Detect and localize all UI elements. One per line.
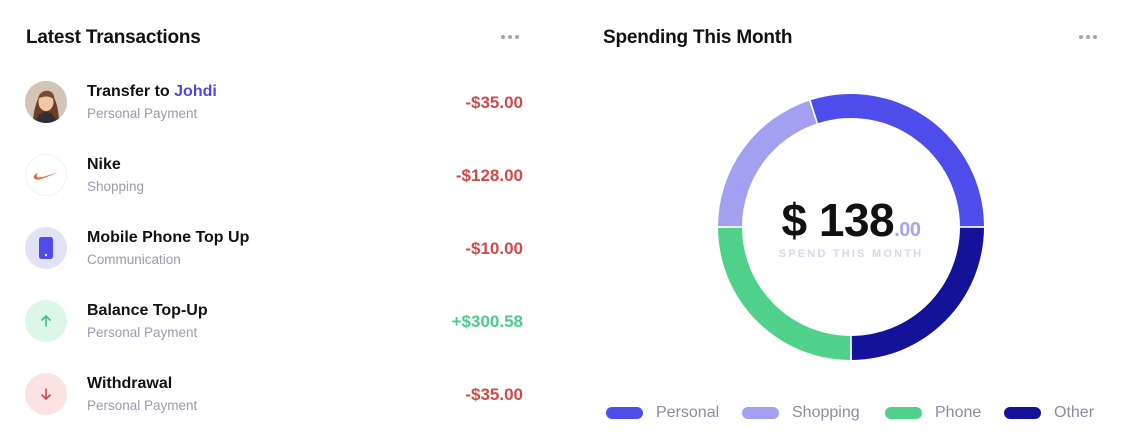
transaction-name: Withdrawal	[87, 375, 173, 392]
legend-label: Phone	[935, 404, 982, 421]
phone-icon	[25, 227, 67, 269]
nike-logo-icon	[25, 154, 67, 196]
transaction-item[interactable]: Withdrawal Personal Payment -$35.00	[25, 373, 525, 417]
panel-title: Latest Transactions	[26, 27, 201, 48]
arrow-down-icon	[25, 373, 67, 415]
transaction-item[interactable]: Nike Shopping -$128.00	[25, 154, 525, 198]
transaction-amount: -$35.00	[465, 385, 523, 404]
transaction-amount: -$35.00	[465, 93, 523, 112]
transaction-name: Mobile Phone Top Up	[87, 229, 250, 246]
spending-donut-chart: $ 138.00 SPEND THIS MONTH	[717, 93, 985, 361]
more-horizontal-icon[interactable]	[499, 30, 521, 44]
legend-swatch	[742, 407, 779, 419]
legend-label: Personal	[656, 404, 720, 421]
transaction-amount: -$10.00	[465, 239, 523, 258]
transaction-name: Nike	[87, 156, 121, 173]
transaction-category: Communication	[87, 252, 181, 267]
transaction-category: Personal Payment	[87, 325, 198, 340]
transaction-category: Personal Payment	[87, 398, 198, 413]
transaction-name: Transfer to Johdi	[87, 83, 217, 100]
recipient-link[interactable]: Johdi	[174, 83, 217, 100]
transaction-item[interactable]: Transfer to Johdi Personal Payment -$35.…	[25, 81, 525, 125]
transaction-item[interactable]: Balance Top-Up Personal Payment +$300.58	[25, 300, 525, 344]
more-horizontal-icon[interactable]	[1077, 30, 1099, 44]
avatar	[25, 81, 67, 123]
latest-transactions-panel: Latest Transactions Transfer to Johdi Pe…	[0, 0, 560, 448]
legend-swatch	[885, 407, 922, 419]
total-spend-caption: SPEND THIS MONTH	[778, 248, 924, 260]
legend-swatch	[606, 407, 643, 419]
total-spend: $ 138.00	[781, 194, 921, 246]
legend-label: Other	[1054, 404, 1095, 421]
legend-label: Shopping	[792, 404, 860, 421]
legend-swatch	[1004, 407, 1041, 419]
spending-panel: Spending This Month $ 138.00 SPEND THIS …	[560, 0, 1125, 448]
transaction-amount: +$300.58	[451, 312, 523, 331]
transaction-category: Personal Payment	[87, 106, 198, 121]
transaction-name: Balance Top-Up	[87, 302, 208, 319]
transaction-category: Shopping	[87, 179, 145, 194]
arrow-up-icon	[25, 300, 67, 342]
transaction-item[interactable]: Mobile Phone Top Up Communication -$10.0…	[25, 227, 525, 271]
panel-title: Spending This Month	[603, 27, 793, 48]
chart-legend: Personal Shopping Phone Other	[606, 403, 1106, 423]
transaction-amount: -$128.00	[455, 166, 523, 185]
